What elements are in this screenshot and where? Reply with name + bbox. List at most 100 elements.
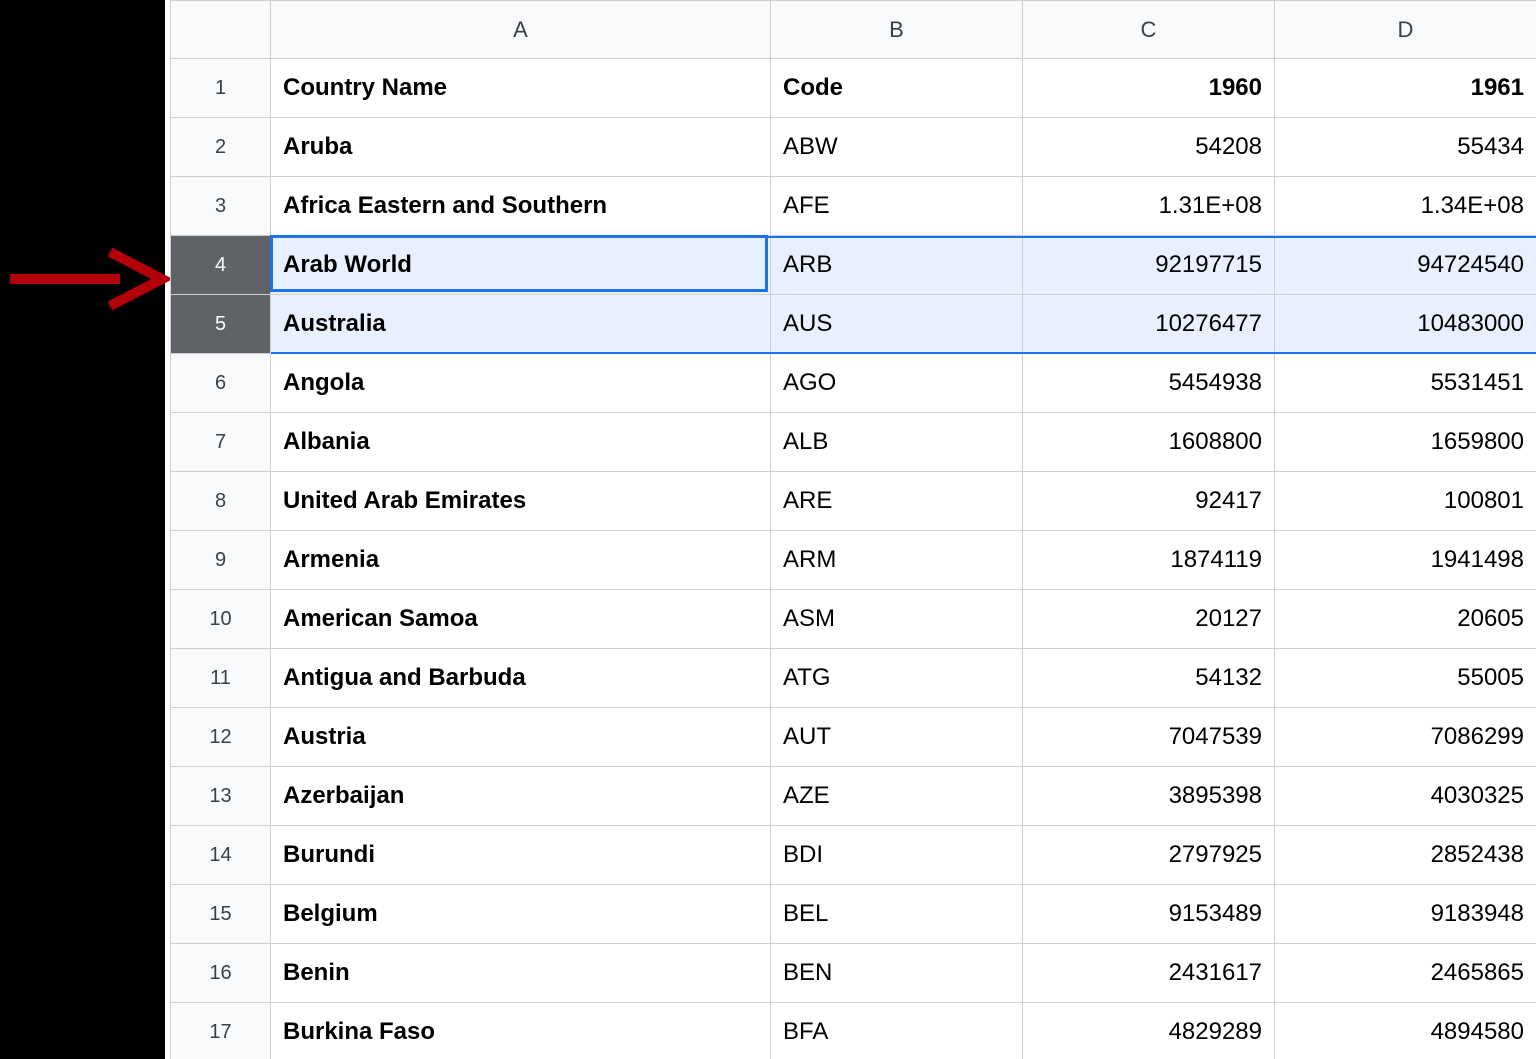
table-row[interactable]: 5AustraliaAUS1027647710483000 <box>171 295 1536 354</box>
table-row[interactable]: 13AzerbaijanAZE38953984030325 <box>171 767 1536 826</box>
row-header[interactable]: 1 <box>171 59 271 118</box>
cell-country[interactable]: Antigua and Barbuda <box>271 649 771 708</box>
column-header-row[interactable]: A B C D <box>171 1 1536 59</box>
cell-code[interactable]: ASM <box>771 590 1023 649</box>
cell-code[interactable]: AFE <box>771 177 1023 236</box>
cell-code[interactable]: Code <box>771 59 1023 118</box>
cell-1960[interactable]: 1.31E+08 <box>1023 177 1275 236</box>
cell-country[interactable]: Arab World <box>271 236 771 295</box>
cell-1960[interactable]: 1874119 <box>1023 531 1275 590</box>
col-header-B[interactable]: B <box>771 1 1023 59</box>
cell-country[interactable]: Azerbaijan <box>271 767 771 826</box>
cell-code[interactable]: BDI <box>771 826 1023 885</box>
cell-1961[interactable]: 4030325 <box>1275 767 1536 826</box>
table-row[interactable]: 6AngolaAGO54549385531451 <box>171 354 1536 413</box>
table-row[interactable]: 10American SamoaASM2012720605 <box>171 590 1536 649</box>
cell-1961[interactable]: 55434 <box>1275 118 1536 177</box>
cell-1960[interactable]: 1960 <box>1023 59 1275 118</box>
cell-country[interactable]: Country Name <box>271 59 771 118</box>
row-header[interactable]: 15 <box>171 885 271 944</box>
table-row[interactable]: 16BeninBEN24316172465865 <box>171 944 1536 1003</box>
cell-1960[interactable]: 7047539 <box>1023 708 1275 767</box>
row-header[interactable]: 17 <box>171 1003 271 1059</box>
cell-1961[interactable]: 94724540 <box>1275 236 1536 295</box>
cell-country[interactable]: Africa Eastern and Southern <box>271 177 771 236</box>
cell-code[interactable]: BFA <box>771 1003 1023 1059</box>
cell-code[interactable]: ALB <box>771 413 1023 472</box>
row-header[interactable]: 4 <box>171 236 271 295</box>
cell-country[interactable]: Australia <box>271 295 771 354</box>
cell-1961[interactable]: 2465865 <box>1275 944 1536 1003</box>
table-row[interactable]: 3Africa Eastern and SouthernAFE1.31E+081… <box>171 177 1536 236</box>
row-header[interactable]: 3 <box>171 177 271 236</box>
cell-country[interactable]: Aruba <box>271 118 771 177</box>
cell-1961[interactable]: 1961 <box>1275 59 1536 118</box>
cell-code[interactable]: AUT <box>771 708 1023 767</box>
cell-country[interactable]: Albania <box>271 413 771 472</box>
row-header[interactable]: 9 <box>171 531 271 590</box>
cell-1961[interactable]: 55005 <box>1275 649 1536 708</box>
cell-country[interactable]: United Arab Emirates <box>271 472 771 531</box>
table-row[interactable]: 12AustriaAUT70475397086299 <box>171 708 1536 767</box>
cell-1961[interactable]: 20605 <box>1275 590 1536 649</box>
row-header[interactable]: 11 <box>171 649 271 708</box>
cell-1960[interactable]: 2431617 <box>1023 944 1275 1003</box>
cell-1960[interactable]: 5454938 <box>1023 354 1275 413</box>
cell-code[interactable]: ATG <box>771 649 1023 708</box>
cell-1961[interactable]: 9183948 <box>1275 885 1536 944</box>
cell-1960[interactable]: 9153489 <box>1023 885 1275 944</box>
cell-code[interactable]: AZE <box>771 767 1023 826</box>
cell-1960[interactable]: 54208 <box>1023 118 1275 177</box>
table-row[interactable]: 8United Arab EmiratesARE92417100801 <box>171 472 1536 531</box>
row-header[interactable]: 2 <box>171 118 271 177</box>
row-header[interactable]: 10 <box>171 590 271 649</box>
table-row[interactable]: 4Arab WorldARB9219771594724540 <box>171 236 1536 295</box>
cell-country[interactable]: Armenia <box>271 531 771 590</box>
cell-1960[interactable]: 92197715 <box>1023 236 1275 295</box>
col-header-A[interactable]: A <box>271 1 771 59</box>
cell-code[interactable]: ARM <box>771 531 1023 590</box>
table-row[interactable]: 15BelgiumBEL91534899183948 <box>171 885 1536 944</box>
cell-country[interactable]: Angola <box>271 354 771 413</box>
cell-1961[interactable]: 1.34E+08 <box>1275 177 1536 236</box>
cell-code[interactable]: ARE <box>771 472 1023 531</box>
row-header[interactable]: 13 <box>171 767 271 826</box>
cell-1960[interactable]: 2797925 <box>1023 826 1275 885</box>
row-header[interactable]: 7 <box>171 413 271 472</box>
select-all-corner[interactable] <box>171 1 271 59</box>
spreadsheet[interactable]: A B C D 1Country NameCode196019612ArubaA… <box>170 0 1536 1059</box>
cell-1961[interactable]: 5531451 <box>1275 354 1536 413</box>
cell-1961[interactable]: 4894580 <box>1275 1003 1536 1059</box>
cell-country[interactable]: Burundi <box>271 826 771 885</box>
cell-country[interactable]: Benin <box>271 944 771 1003</box>
cell-1960[interactable]: 92417 <box>1023 472 1275 531</box>
cell-1961[interactable]: 100801 <box>1275 472 1536 531</box>
row-header[interactable]: 5 <box>171 295 271 354</box>
row-header[interactable]: 16 <box>171 944 271 1003</box>
col-header-C[interactable]: C <box>1023 1 1275 59</box>
cell-1961[interactable]: 10483000 <box>1275 295 1536 354</box>
table-row[interactable]: 1Country NameCode19601961 <box>171 59 1536 118</box>
cell-1960[interactable]: 20127 <box>1023 590 1275 649</box>
table-row[interactable]: 11Antigua and BarbudaATG5413255005 <box>171 649 1536 708</box>
row-header[interactable]: 12 <box>171 708 271 767</box>
cell-1960[interactable]: 3895398 <box>1023 767 1275 826</box>
cell-1960[interactable]: 54132 <box>1023 649 1275 708</box>
col-header-D[interactable]: D <box>1275 1 1536 59</box>
cell-country[interactable]: Burkina Faso <box>271 1003 771 1059</box>
table-row[interactable]: 14BurundiBDI27979252852438 <box>171 826 1536 885</box>
cell-code[interactable]: ARB <box>771 236 1023 295</box>
cell-code[interactable]: AGO <box>771 354 1023 413</box>
table-row[interactable]: 2ArubaABW5420855434 <box>171 118 1536 177</box>
cell-code[interactable]: BEN <box>771 944 1023 1003</box>
cell-1961[interactable]: 2852438 <box>1275 826 1536 885</box>
cell-code[interactable]: ABW <box>771 118 1023 177</box>
table-row[interactable]: 7AlbaniaALB16088001659800 <box>171 413 1536 472</box>
cell-country[interactable]: Belgium <box>271 885 771 944</box>
cell-1961[interactable]: 7086299 <box>1275 708 1536 767</box>
grid-table[interactable]: A B C D 1Country NameCode196019612ArubaA… <box>170 0 1536 1059</box>
cell-1961[interactable]: 1659800 <box>1275 413 1536 472</box>
cell-1960[interactable]: 10276477 <box>1023 295 1275 354</box>
table-row[interactable]: 17Burkina FasoBFA48292894894580 <box>171 1003 1536 1059</box>
cell-country[interactable]: Austria <box>271 708 771 767</box>
